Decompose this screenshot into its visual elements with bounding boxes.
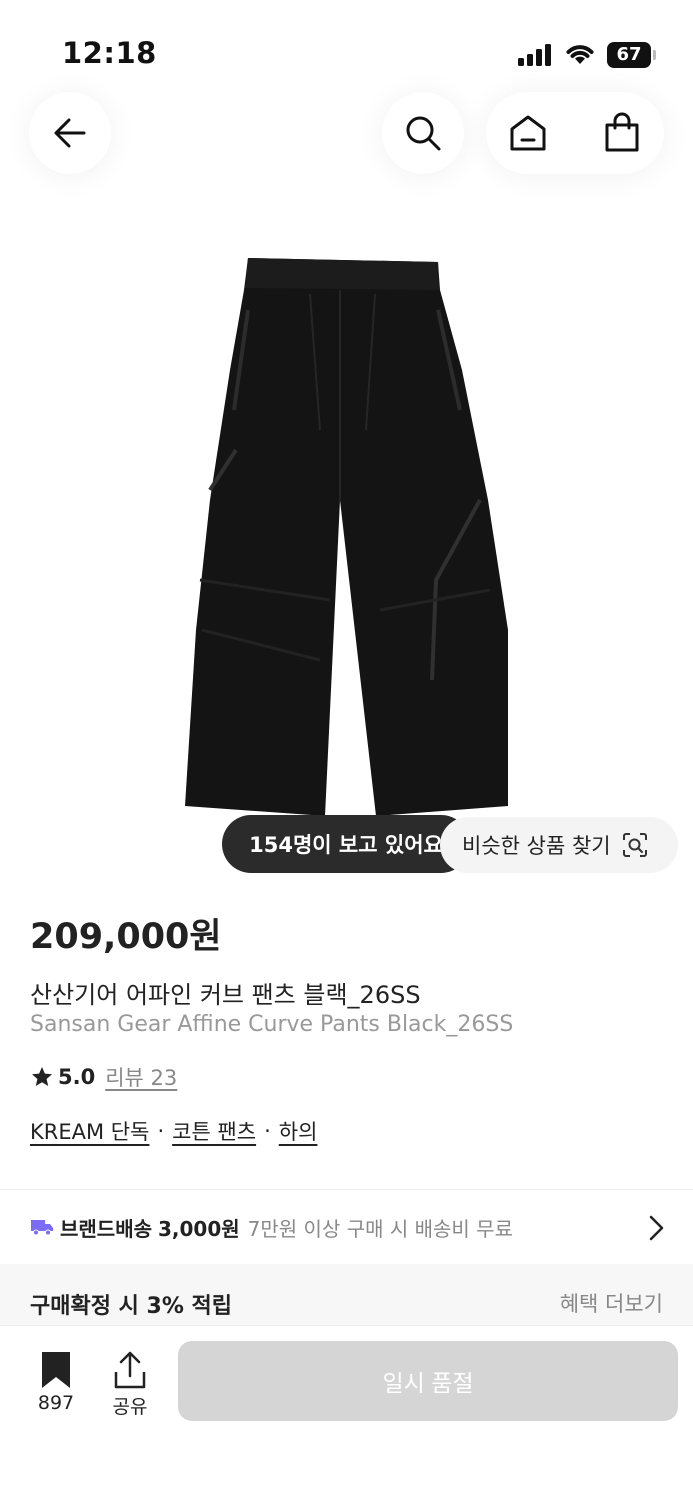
back-button[interactable] [29,92,111,174]
tag-bottoms[interactable]: 하의 [279,1116,318,1146]
bottom-action-bar: 897 공유 일시 품절 [0,1326,693,1500]
share-label: 공유 [112,1396,148,1418]
back-arrow-icon [54,118,86,148]
shipping-note: 7만원 이상 구매 시 배송비 무료 [247,1216,513,1241]
battery-level: 67 [607,42,651,68]
product-title-english: Sansan Gear Affine Curve Pants Black_26S… [30,1012,514,1037]
bookmark-icon [42,1352,70,1388]
tag-separator: · [264,1119,271,1143]
cellular-signal-icon [518,44,554,66]
find-similar-label: 비슷한 상품 찾기 [462,834,611,858]
rating-row: 5.0 리뷰 23 [30,1062,177,1092]
shipping-fee: 3,000원 [158,1216,240,1241]
product-title-korean: 산산기어 어파인 커브 팬츠 블랙_26SS [30,981,421,1009]
benefit-text: 구매확정 시 3% 적립 [30,1294,233,1319]
share-icon [114,1351,146,1389]
review-link[interactable]: 리뷰 23 [105,1062,177,1092]
battery-icon: 67 [607,42,656,68]
rating-value: 5.0 [58,1065,96,1089]
status-bar: 12:18 67 [0,0,693,100]
tag-kream-exclusive[interactable]: KREAM 단독 [30,1116,149,1146]
home-cart-group [486,92,664,174]
status-time: 12:18 [62,36,157,70]
shopping-bag-icon[interactable] [600,111,644,155]
viewers-badge: 154명이 보고 있어요 [222,815,470,873]
bookmark-count: 897 [37,1392,75,1414]
tag-cotton-pants[interactable]: 코튼 팬츠 [172,1116,256,1146]
bookmark-button[interactable]: 897 [30,1350,82,1416]
chevron-right-icon [649,1215,664,1241]
wifi-icon [566,45,594,64]
find-similar-button[interactable]: 비슷한 상품 찾기 [440,817,678,873]
shipping-label: 브랜드배송 [60,1216,152,1241]
category-tags: KREAM 단독 · 코튼 팬츠 · 하의 [30,1116,317,1146]
truck-icon [31,1220,53,1236]
search-button[interactable] [382,92,464,174]
sold-out-button[interactable]: 일시 품절 [178,1341,678,1421]
visual-search-icon [622,833,647,857]
star-icon [32,1067,52,1086]
product-image[interactable] [170,250,520,830]
benefit-more-link[interactable]: 혜택 더보기 [560,1288,663,1318]
search-icon [406,116,441,151]
home-icon[interactable] [506,111,550,155]
share-button[interactable]: 공유 [104,1350,156,1418]
product-price: 209,000원 [30,917,222,957]
shipping-info-row[interactable]: 브랜드배송 3,000원 7만원 이상 구매 시 배송비 무료 [0,1190,693,1264]
tag-separator: · [157,1119,165,1143]
